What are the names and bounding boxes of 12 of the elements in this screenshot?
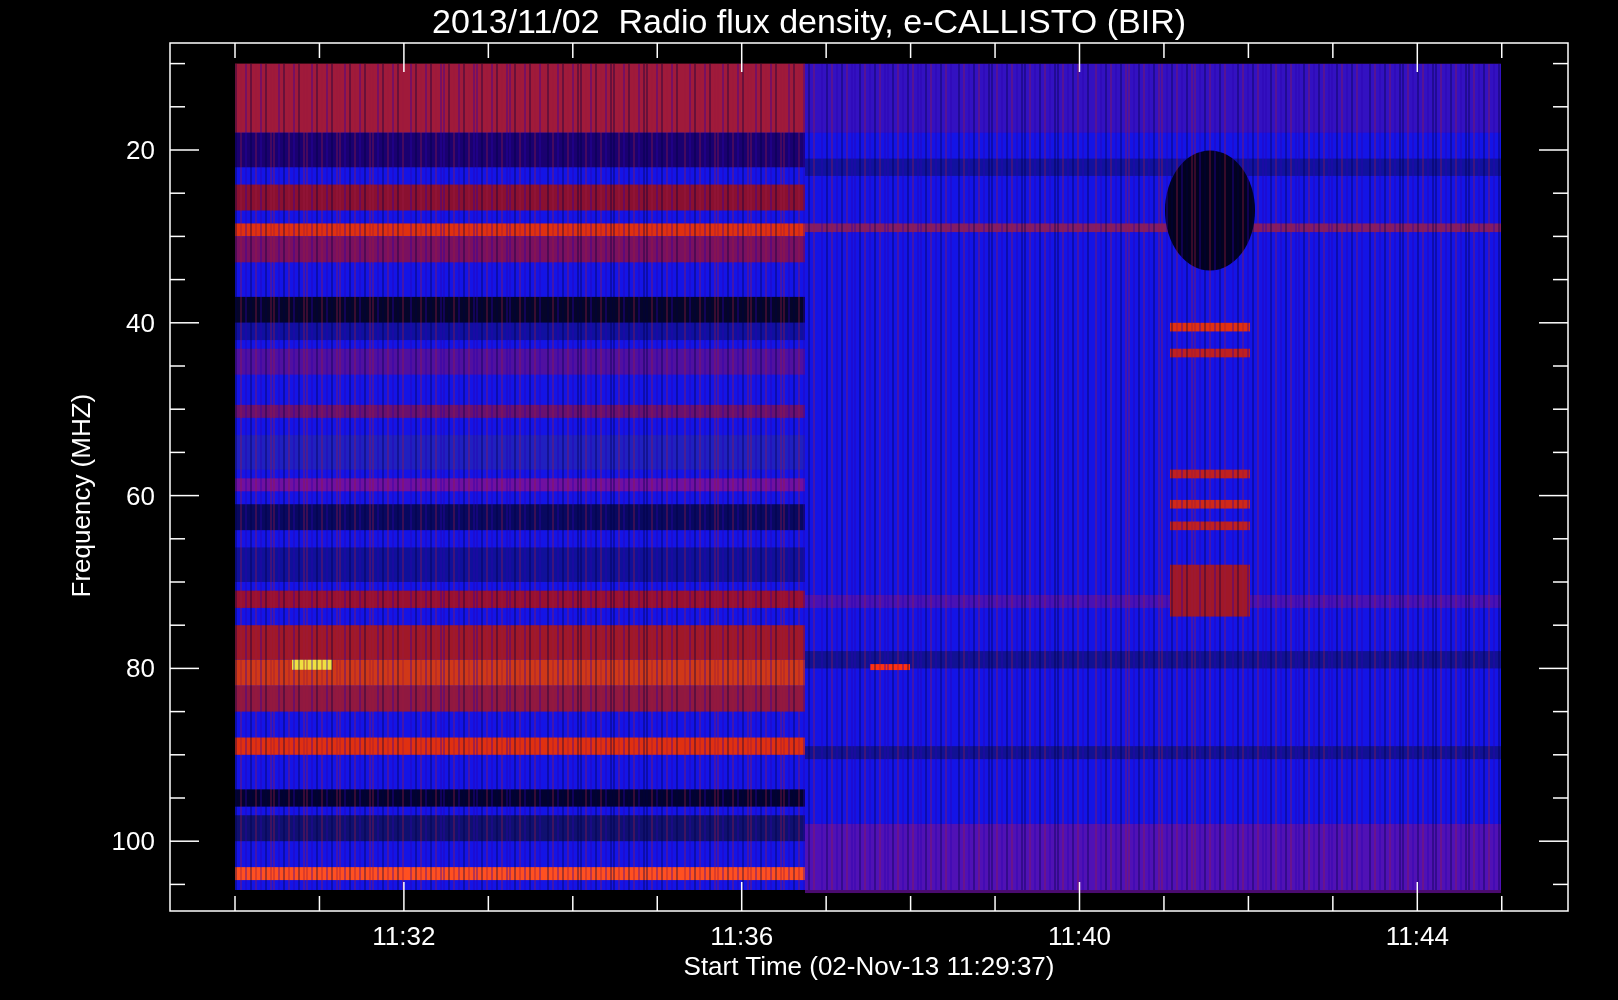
y-tick-label: 60 [126,480,155,511]
x-tick-label: 11:40 [1047,921,1112,951]
y-axis-label: Frequency (MHZ) [66,393,96,598]
x-tick-label: 11:32 [372,921,436,951]
y-tick-label: 20 [126,135,155,165]
x-tick-label: 11:44 [1385,921,1449,951]
y-tick-label: 100 [111,826,155,857]
chart-title: 2013/11/02 Radio flux density, e-CALLISTO (BIR) [431,1,1186,41]
y-tick-label: 80 [126,653,155,684]
x-tick-label: 11:36 [710,921,774,951]
x-axis-label: Start Time (02-Nov-13 11:29:37) [683,951,1055,981]
y-tick-label: 40 [126,307,155,338]
